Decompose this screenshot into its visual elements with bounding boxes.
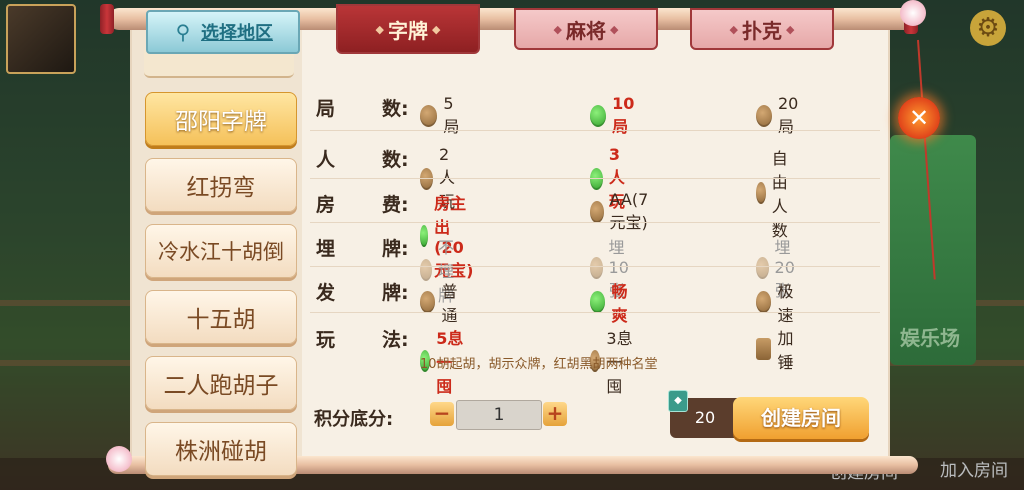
tab-puke[interactable]: ◆ 扑克 ◆ <box>690 8 834 50</box>
radio-icon <box>420 291 436 313</box>
game-item-hongguaiwan[interactable]: 红拐弯 <box>145 158 297 212</box>
row-label: 玩 <box>316 329 336 351</box>
tab-zipai[interactable]: ◆ 字牌 ◆ <box>336 4 480 54</box>
option-deal-smooth[interactable]: 畅爽 <box>590 278 634 326</box>
radio-icon <box>590 291 606 313</box>
location-pin-icon: ⚲ <box>175 20 191 44</box>
score-decrease-button[interactable]: − <box>430 402 454 426</box>
region-select-label: 选择地区 <box>201 23 273 44</box>
radio-icon <box>756 291 772 313</box>
option-deal-fast[interactable]: 极速 <box>756 278 800 326</box>
play-rule-note: 10胡起胡，胡示众牌，红胡黑胡两种名堂 <box>420 357 658 372</box>
join-room-button[interactable]: 加入房间 <box>940 456 1008 481</box>
tab-majiang[interactable]: ◆ 麻将 ◆ <box>514 8 658 50</box>
flower-decoration <box>106 446 132 472</box>
row-label: 牌: <box>382 238 409 260</box>
region-select-button[interactable]: ⚲ 选择地区 <box>146 10 300 54</box>
close-button[interactable]: ✕ <box>898 97 940 139</box>
tab-label: 扑克 <box>742 18 782 43</box>
user-avatar[interactable] <box>6 4 76 74</box>
radio-icon <box>420 104 438 127</box>
row-label: 法: <box>382 329 409 351</box>
tab-label: 麻将 <box>566 18 606 43</box>
tab-label: 字牌 <box>388 18 428 43</box>
score-label: 积分底分: <box>314 409 394 430</box>
game-item-shaoyang-zipai[interactable]: 邵阳字牌 <box>145 92 297 146</box>
gear-icon[interactable]: ⚙ <box>970 10 1006 46</box>
row-label: 发 <box>316 282 336 304</box>
game-item-zhuzhou-penghu[interactable]: 株洲碰胡 <box>145 422 297 476</box>
background-hall-label: 娱乐场 <box>900 326 960 350</box>
row-label: 埋 <box>316 238 336 260</box>
row-label: 局 <box>316 98 336 120</box>
score-increase-button[interactable]: + <box>543 402 567 426</box>
create-room-button[interactable]: 创建房间 <box>733 397 869 439</box>
option-free-players[interactable]: 自由人数 <box>756 145 800 241</box>
option-jiachui[interactable]: 加锤 <box>756 325 800 373</box>
row-label: 费: <box>382 194 409 216</box>
row-label: 人 <box>316 149 336 171</box>
row-label: 数: <box>382 98 409 120</box>
ingot-icon: ◆ <box>668 390 688 412</box>
game-item-erren-paohuzi[interactable]: 二人跑胡子 <box>145 356 297 410</box>
radio-icon <box>590 256 603 279</box>
radio-icon <box>590 200 604 223</box>
flower-decoration <box>900 0 926 26</box>
row-label: 牌: <box>382 282 409 304</box>
checkbox-icon <box>756 338 772 360</box>
game-list-scroll-top <box>144 50 294 78</box>
scroll-cap-left <box>100 4 114 34</box>
option-deal-normal[interactable]: 普通 <box>420 278 464 326</box>
radio-icon <box>756 182 766 204</box>
radio-icon <box>590 104 607 127</box>
radio-icon <box>756 256 769 279</box>
game-item-lengshuijiang[interactable]: 冷水江十胡倒 <box>145 224 297 278</box>
option-aa-pays[interactable]: AA(7元宝) <box>590 190 657 233</box>
row-label: 数: <box>382 149 409 171</box>
row-label: 房 <box>316 194 336 216</box>
radio-icon <box>756 104 772 127</box>
game-item-shiwuhu[interactable]: 十五胡 <box>145 290 297 344</box>
score-value: 1 <box>456 400 542 430</box>
